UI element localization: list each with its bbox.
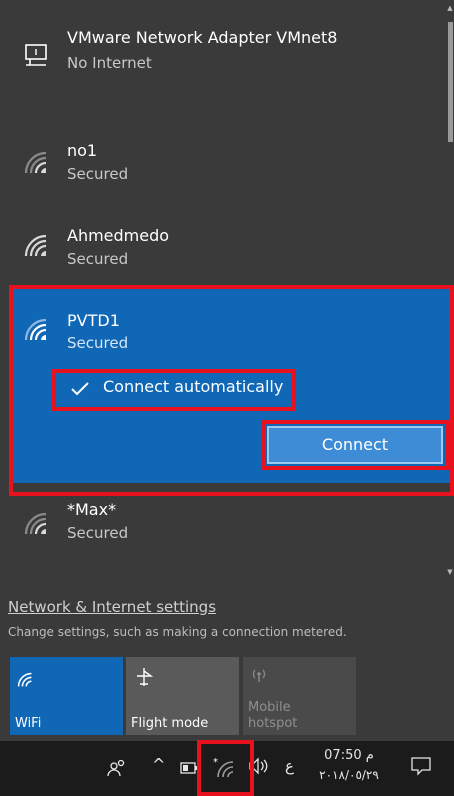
hotspot-icon [252,669,266,682]
flight-mode-tile-label: Flight mode [131,716,209,731]
wifi-icon [17,672,32,687]
ethernet-icon [25,44,47,66]
connect-button[interactable]: Connect [267,426,443,464]
network-item-vmnet8[interactable]: VMware Network Adapter VMnet8 No Interne… [0,16,446,86]
mobile-hotspot-label-line2: hotspot [248,716,298,731]
wifi-icon [24,512,47,535]
scroll-up-arrow[interactable]: ▲ [446,2,454,14]
svg-text:*: * [213,757,218,768]
scrollbar-thumb[interactable] [448,22,453,142]
network-status: Secured [67,524,129,542]
flight-mode-tile[interactable]: Flight mode [126,657,239,735]
network-name: VMware Network Adapter VMnet8 [67,28,338,47]
wifi-tile-label: WiFi [15,716,42,731]
clock-time[interactable]: 07:50 م [319,748,379,763]
network-name: PVTD1 [67,311,120,330]
network-item-max[interactable]: *Max* Secured [0,492,446,562]
network-name: Ahmedmedo [67,226,170,245]
network-status: Secured [67,334,129,352]
wifi-tray-icon[interactable]: * [212,756,236,778]
connect-automatically-label: Connect automatically [103,377,284,396]
checkmark-icon [71,382,89,396]
network-status: No Internet [67,54,152,72]
airplane-icon [137,668,154,686]
mobile-hotspot-tile[interactable]: Mobile hotspot [243,657,356,735]
wifi-icon [24,318,47,341]
network-item-no1[interactable]: no1 Secured [0,127,446,197]
wifi-tile[interactable]: WiFi [10,657,123,735]
wifi-icon [24,234,47,257]
network-status: Secured [67,250,129,268]
show-hidden-icons-chevron-icon[interactable]: ^ [152,755,165,774]
scroll-down-arrow[interactable]: ▼ [446,566,454,578]
people-icon[interactable] [106,756,128,778]
input-language-indicator[interactable]: ع [285,757,294,775]
network-settings-link[interactable]: Network & Internet settings [8,598,216,616]
clock-date[interactable]: ٢٠١٨/٠٥/٢٩ [314,768,384,782]
mobile-hotspot-label-line1: Mobile [248,700,291,715]
network-settings-description: Change settings, such as making a connec… [8,625,347,639]
network-name: *Max* [67,500,117,519]
action-center-icon[interactable] [410,756,432,776]
volume-icon[interactable] [248,757,268,775]
network-name: no1 [67,141,98,160]
wifi-icon [24,151,47,174]
network-status: Secured [67,165,129,183]
battery-icon[interactable] [180,762,198,774]
network-item-ahmedmedo[interactable]: Ahmedmedo Secured [0,212,446,282]
